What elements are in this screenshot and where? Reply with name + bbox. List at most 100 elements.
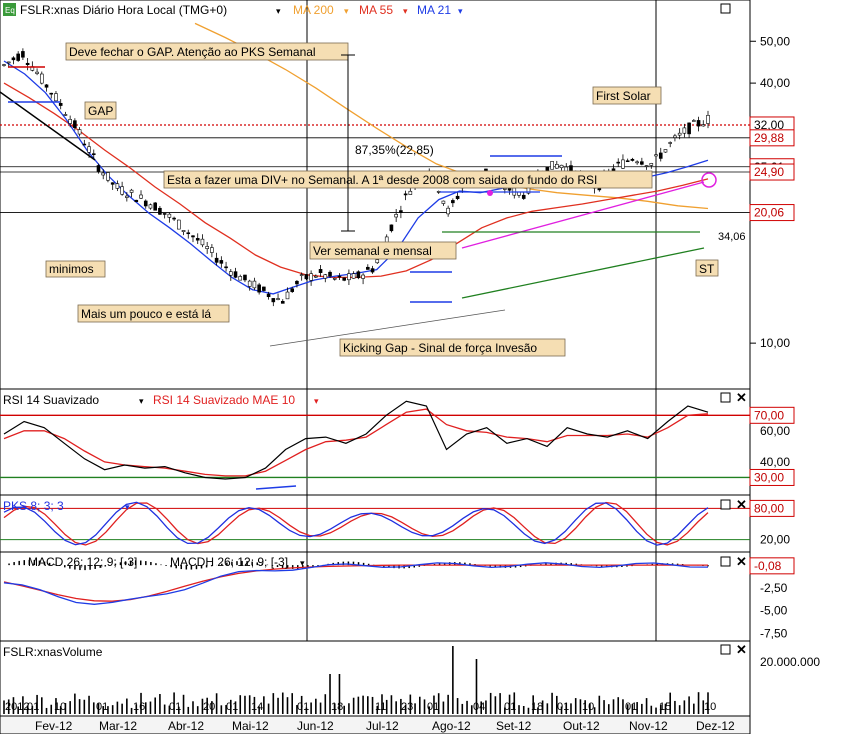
- maximize-icon[interactable]: [720, 3, 731, 14]
- candle-body: [370, 268, 375, 273]
- candle-body: [658, 152, 663, 159]
- volume-axis-label: 20.000.000: [760, 655, 820, 669]
- candle-body: [252, 280, 257, 289]
- maximize-icon[interactable]: [720, 644, 731, 655]
- macd-label[interactable]: MACD 26; 12; 9; [-3]: [28, 555, 137, 569]
- candle-body: [58, 103, 63, 106]
- candle-body: [304, 274, 309, 280]
- candle-body: [247, 280, 252, 287]
- candle-body: [2, 64, 6, 66]
- candle-body: [49, 92, 54, 95]
- chart-canvas: Eq FSLR:xnas Diário Hora Local (TMG+0) ▾…: [0, 0, 820, 734]
- rsi-level-label: 70,00: [754, 408, 784, 422]
- candle-body: [351, 273, 356, 279]
- annotation-pct: 87,35%(22,85): [355, 143, 434, 157]
- ma200-label[interactable]: MA 200: [293, 3, 334, 17]
- candle-body: [6, 61, 11, 64]
- candle-body: [441, 200, 446, 204]
- rsi-signal-label[interactable]: RSI 14 Suavizado MAE 10: [153, 393, 295, 407]
- candle-body: [35, 71, 39, 74]
- x-day-label: 15: [659, 701, 671, 713]
- candle-body: [366, 266, 370, 270]
- x-day-label: 18: [331, 701, 343, 713]
- x-day-label: 01: [504, 701, 516, 713]
- candle-body: [323, 274, 328, 279]
- candle-body: [11, 57, 16, 61]
- candle-body: [214, 257, 219, 263]
- candle-body: [408, 190, 413, 195]
- candle-body: [172, 217, 176, 220]
- candle-body: [692, 120, 696, 122]
- x-day-label: 04: [473, 701, 485, 713]
- right-axis: 50,0040,0010,0032,0029,8825,6124,9020,06…: [749, 34, 820, 669]
- rsi-layer: [0, 400, 750, 490]
- candle-body: [82, 143, 87, 146]
- volume-label[interactable]: FSLR:xnasVolume: [3, 645, 103, 659]
- chevron-down-icon[interactable]: ▾: [344, 6, 349, 16]
- price-axis-label: 10,00: [760, 336, 790, 350]
- candle-body: [706, 115, 710, 124]
- candle-body: [559, 164, 564, 169]
- close-icon[interactable]: ✕: [736, 390, 747, 405]
- annotation-gap-warning: Deve fechar o GAP. Atenção ao PKS Semana…: [69, 45, 316, 59]
- candle-body: [309, 273, 313, 281]
- candle-body: [555, 164, 559, 169]
- maximize-icon[interactable]: [720, 392, 731, 403]
- maximize-icon[interactable]: [720, 499, 731, 510]
- ma55-label[interactable]: MA 55: [359, 3, 393, 17]
- x-month-label: Out-12: [563, 719, 600, 733]
- x-day-label: 01: [625, 701, 637, 713]
- candle-body: [375, 259, 380, 264]
- pks-axis-label: 20,00: [760, 533, 790, 547]
- candle-body: [219, 260, 224, 264]
- chevron-down-icon[interactable]: ▾: [139, 396, 144, 406]
- candle-body: [129, 189, 134, 193]
- candle-body: [389, 224, 394, 232]
- chevron-down-icon[interactable]: ▾: [125, 502, 130, 512]
- x-day-label: 10: [582, 701, 594, 713]
- close-icon[interactable]: ✕: [736, 554, 747, 569]
- candle-body: [621, 159, 625, 169]
- candle-body: [266, 293, 271, 298]
- candle-body: [668, 142, 673, 144]
- rsi-level-label: 30,00: [754, 470, 784, 484]
- chevron-down-icon[interactable]: ▾: [276, 6, 281, 16]
- ma21-label[interactable]: MA 21: [417, 3, 451, 17]
- chevron-down-icon[interactable]: ▾: [314, 396, 319, 406]
- marker-magenta-dot: [487, 190, 493, 196]
- symbol-label[interactable]: FSLR:xnas Diário Hora Local (TMG+0): [20, 3, 227, 17]
- rsi-label[interactable]: RSI 14 Suavizado: [3, 393, 99, 407]
- candle-body: [649, 163, 654, 166]
- x-day-label: 11: [375, 701, 386, 713]
- chevron-down-icon[interactable]: ▾: [300, 558, 305, 568]
- macdh-label[interactable]: MACDH 26; 12; 9; [-3]: [170, 555, 288, 569]
- candle-body: [54, 93, 58, 102]
- close-icon[interactable]: ✕: [736, 642, 747, 657]
- candle-body: [347, 273, 351, 281]
- candle-body: [299, 274, 304, 276]
- chevron-down-icon[interactable]: ▾: [458, 6, 463, 16]
- x-day-label: 2012: [5, 701, 29, 713]
- candle-body: [181, 230, 186, 232]
- candle-body: [361, 274, 365, 279]
- x-month-label: Mai-12: [232, 719, 269, 733]
- x-day-label: 01: [169, 701, 181, 713]
- candle-body: [455, 195, 460, 199]
- chevron-down-icon[interactable]: ▾: [403, 6, 408, 16]
- candle-body: [25, 62, 30, 66]
- candle-body: [110, 182, 115, 185]
- x-day-label: 10: [54, 701, 66, 713]
- candle-body: [276, 298, 280, 300]
- candle-body: [342, 277, 346, 281]
- annotation-kicking-gap: Kicking Gap - Sinal de força Invesão: [343, 341, 537, 355]
- candle-body: [271, 298, 276, 303]
- close-icon[interactable]: ✕: [736, 497, 747, 512]
- x-day-label: 01: [427, 701, 439, 713]
- candle-body: [663, 149, 668, 153]
- pks-label[interactable]: PKS 8; 3; 3: [3, 499, 64, 513]
- maximize-icon[interactable]: [720, 556, 731, 567]
- candle-body: [96, 165, 101, 172]
- candle-body: [73, 120, 77, 128]
- candle-body: [115, 183, 120, 189]
- x-day-label: 01: [96, 701, 108, 713]
